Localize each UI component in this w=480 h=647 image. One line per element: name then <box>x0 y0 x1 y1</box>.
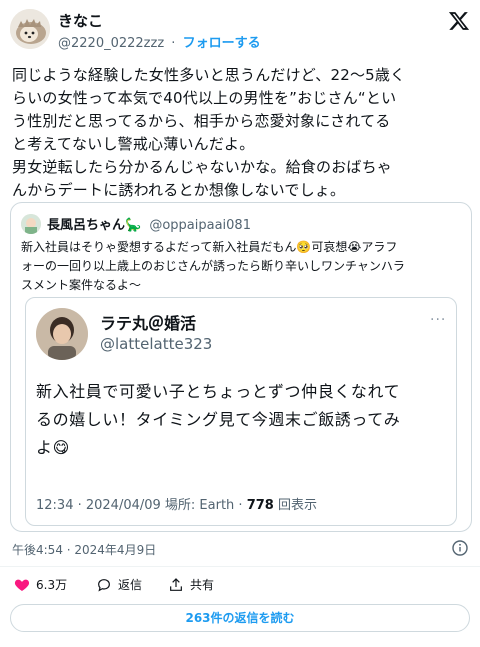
share-label: 共有 <box>190 578 215 592</box>
inner-more-icon: ··· <box>430 312 447 328</box>
hedgehog-icon <box>10 9 50 49</box>
reply-label: 返信 <box>118 578 143 592</box>
inner-author-name: ラテ丸＠婚活 <box>100 314 197 333</box>
inner-timestamp: 12:34 · 2024/04/09 場所: Earth · <box>36 498 247 513</box>
author-handle-row: @2220_0222zzz · フォローする <box>58 32 261 51</box>
inner-author-handle: @lattelatte323 <box>100 335 213 353</box>
author-name[interactable]: きなこ <box>58 10 103 31</box>
inner-views-count: 778 <box>246 498 274 513</box>
embedded-tweet-image[interactable]: ラテ丸＠婚活 @lattelatte323 ··· 新入社員で可愛い子とちょっと… <box>25 297 457 526</box>
avatar-illustration-icon <box>21 214 41 234</box>
read-replies-button[interactable]: 263件の返信を読む <box>10 604 470 632</box>
follow-button[interactable]: フォローする <box>183 36 261 51</box>
divider <box>0 566 480 567</box>
tweet-text: 同じような経験した女性多いと思うんだけど、22〜5歳く らいの女性って本気で40… <box>12 66 406 199</box>
heart-icon <box>14 579 30 591</box>
quote-author-name: 長風呂ちゃん🦕 <box>47 218 142 233</box>
separator-dot: · <box>171 36 176 51</box>
reply-icon <box>98 578 110 592</box>
quote-author-handle: @oppaipaai081 <box>149 218 251 233</box>
inner-meta: 12:34 · 2024/04/09 場所: Earth · 778 回表示 <box>36 494 317 513</box>
author-handle[interactable]: @2220_0222zzz <box>58 36 164 51</box>
like-button[interactable]: 6.3万 <box>14 576 67 593</box>
x-logo-icon[interactable] <box>448 10 470 32</box>
inner-views-label: 回表示 <box>273 498 317 513</box>
info-icon[interactable] <box>452 540 468 556</box>
like-count: 6.3万 <box>36 578 68 592</box>
share-icon <box>170 577 182 591</box>
quote-author-row: 長風呂ちゃん🦕 @oppaipaai081 <box>47 214 251 233</box>
person-photo-icon <box>36 308 88 360</box>
quote-tweet-card[interactable]: 長風呂ちゃん🦕 @oppaipaai081 新入社員はそりゃ愛想するよだって新入… <box>10 202 472 532</box>
quote-avatar <box>21 214 41 234</box>
quote-text: 新入社員はそりゃ愛想するよだって新入社員だもん🥺可哀想😭アラフ ォーの一回り以上… <box>21 240 405 292</box>
share-button[interactable]: 共有 <box>168 576 214 593</box>
inner-tweet-text: 新入社員で可愛い子とちょっとずつ仲良くなれて るの嬉しい！タイミング見て今週末ご… <box>36 382 401 457</box>
reply-button[interactable]: 返信 <box>96 576 142 593</box>
author-avatar[interactable] <box>10 9 50 49</box>
inner-avatar <box>36 308 88 360</box>
tweet-timestamp[interactable]: 午後4:54 · 2024年4月9日 <box>12 541 156 558</box>
